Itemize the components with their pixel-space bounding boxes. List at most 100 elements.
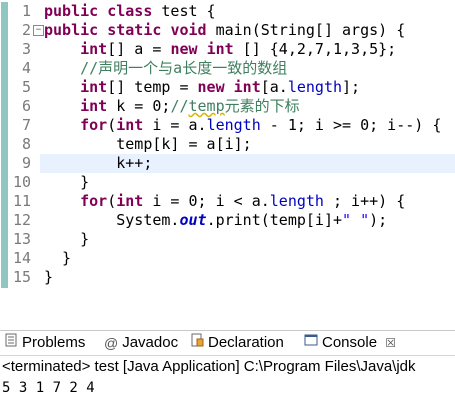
code-token: 元素的下标 <box>224 97 300 115</box>
change-ruler <box>0 0 9 310</box>
code-token: temp[k] = a[i]; <box>44 135 252 153</box>
line-number: 3 <box>21 40 31 58</box>
code-token: new <box>197 78 225 96</box>
console-view[interactable]: <terminated> test [Java Application] C:\… <box>0 355 455 401</box>
tab-declaration[interactable]: Declaration <box>190 331 284 355</box>
code-token: i = a. <box>143 116 207 134</box>
code-line[interactable]: public class test { <box>44 2 455 21</box>
code-token: int <box>80 40 108 58</box>
code-token: ( <box>107 116 117 134</box>
code-token: } <box>44 230 90 248</box>
bottom-panel-tabbar: Problems @ Javadoc Declaration Console ☒ <box>0 330 455 355</box>
code-line[interactable]: //声明一个与a长度一致的数组 <box>44 59 455 78</box>
line-number-gutter: 1 2−3 4 5 6 7 8 9 10 11 12 13 14 15 <box>9 0 44 310</box>
code-token: .print(temp[i]+ <box>206 211 343 229</box>
line-number: 6 <box>21 97 31 115</box>
code-token: } <box>44 173 90 191</box>
line-number: 15 <box>12 268 31 286</box>
fold-collapse-icon[interactable]: − <box>33 25 44 36</box>
line-number: 12 <box>12 211 31 229</box>
code-token: k++; <box>44 154 153 172</box>
code-token: [] a = <box>107 40 171 58</box>
line-number: 7 <box>21 116 31 134</box>
code-line[interactable]: } <box>44 249 455 268</box>
code-token: //声明一个与a长度一致的数组 <box>80 59 288 77</box>
code-token: System. <box>44 211 180 229</box>
code-token: class <box>107 2 153 20</box>
change-marker <box>1 2 8 288</box>
line-number: 5 <box>21 78 31 96</box>
code-line[interactable]: System.out.print(temp[i]+" "); <box>44 211 455 230</box>
tab-console[interactable]: Console ☒ <box>304 331 396 355</box>
tab-label: Problems <box>22 334 86 351</box>
code-token: public <box>44 2 99 20</box>
code-token: ); <box>369 211 388 229</box>
code-line[interactable]: int k = 0;//temp元素的下标 <box>44 97 455 116</box>
code-token: int <box>80 78 108 96</box>
line-number: 14 <box>12 249 31 267</box>
problems-icon <box>4 331 18 355</box>
tab-javadoc[interactable]: @ Javadoc <box>104 331 178 355</box>
line-number: 2 <box>21 21 31 39</box>
code-token: int <box>116 192 144 210</box>
code-token: ]; <box>342 78 361 96</box>
code-token: i = 0; i < a. <box>143 192 270 210</box>
code-token: int <box>233 78 261 96</box>
code-token: length <box>269 192 324 210</box>
code-line[interactable]: int[] temp = new int[a.length]; <box>44 78 455 97</box>
line-number: 8 <box>21 135 31 153</box>
code-line[interactable]: } <box>44 173 455 192</box>
code-line[interactable]: k++; <box>44 154 455 173</box>
code-token: } <box>44 249 72 267</box>
console-output: 5 3 1 7 2 4 <box>2 380 95 396</box>
line-number: 4 <box>21 59 31 77</box>
code-token: int <box>80 97 108 115</box>
code-token: [] temp = <box>107 78 198 96</box>
code-token: // <box>170 97 189 115</box>
code-line[interactable]: } <box>44 268 455 287</box>
line-number: 11 <box>12 192 31 210</box>
code-token: } <box>44 268 54 286</box>
code-line[interactable]: for(int i = 0; i < a.length ; i++) { <box>44 192 455 211</box>
code-token: k = 0; <box>107 97 171 115</box>
code-line[interactable]: public static void main(String[] args) { <box>44 21 455 40</box>
code-token: static <box>107 21 162 39</box>
code-token: length <box>287 78 343 96</box>
code-line[interactable]: temp[k] = a[i]; <box>44 135 455 154</box>
code-token: " " <box>342 211 370 229</box>
tab-problems[interactable]: Problems <box>4 331 85 355</box>
code-token: void <box>170 21 207 39</box>
code-line[interactable]: int[] a = new int [] {4,2,7,1,3,5}; <box>44 40 455 59</box>
code-line[interactable]: } <box>44 230 455 249</box>
close-icon[interactable]: ☒ <box>385 336 396 350</box>
code-line[interactable]: for(int i = a.length - 1; i >= 0; i--) { <box>44 116 455 135</box>
code-token: main(String[] args) { <box>206 21 406 39</box>
code-token: for <box>80 116 108 134</box>
code-token: public <box>44 21 99 39</box>
tab-label: Console <box>322 334 378 351</box>
code-token: ( <box>107 192 117 210</box>
console-icon <box>304 331 318 355</box>
code-token: int <box>206 40 234 58</box>
code-token: [a. <box>260 78 288 96</box>
line-number: 9 <box>21 154 31 172</box>
console-status: <terminated> test [Java Application] C:\… <box>2 358 416 375</box>
line-number: 1 <box>21 2 31 20</box>
code-token: int <box>116 116 144 134</box>
declaration-icon <box>190 331 204 355</box>
javadoc-icon: @ <box>104 335 119 352</box>
code-token: test { <box>152 2 216 20</box>
code-editor[interactable]: 1 2−3 4 5 6 7 8 9 10 11 12 13 14 15 public class test… <box>0 0 455 310</box>
code-token: temp <box>188 97 225 115</box>
code-token: - 1; i >= 0; i--) { <box>260 116 442 134</box>
